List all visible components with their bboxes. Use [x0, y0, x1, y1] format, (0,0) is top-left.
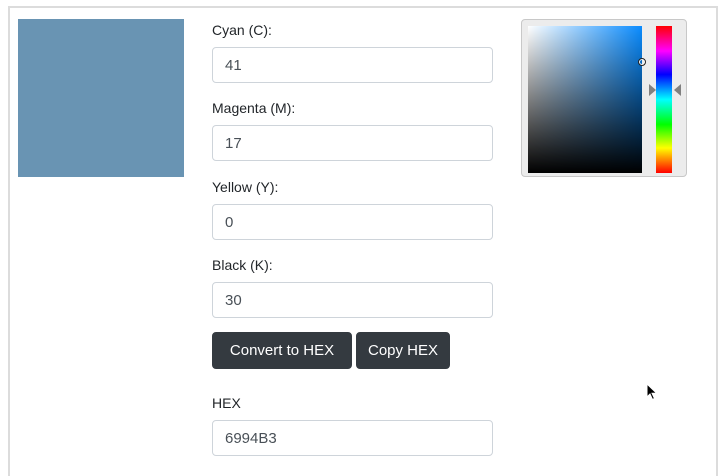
picker-cursor-handle[interactable]: [638, 58, 646, 66]
color-preview-swatch: [18, 19, 184, 177]
magenta-label: Magenta (M):: [212, 100, 296, 116]
hue-slider[interactable]: [656, 26, 672, 173]
mouse-pointer-icon: [646, 382, 658, 406]
cyan-label: Cyan (C):: [212, 22, 272, 38]
black-label: Black (K):: [212, 257, 273, 273]
convert-to-hex-button[interactable]: Convert to HEX: [212, 332, 352, 369]
yellow-input[interactable]: [212, 204, 493, 240]
saturation-value-area[interactable]: [528, 26, 646, 173]
hue-right-arrow-icon: [674, 84, 681, 96]
copy-hex-button[interactable]: Copy HEX: [356, 332, 450, 369]
hue-left-arrow-icon: [649, 84, 656, 96]
yellow-label: Yellow (Y):: [212, 179, 279, 195]
hex-input[interactable]: [212, 420, 493, 456]
color-picker: [521, 19, 687, 177]
cyan-input[interactable]: [212, 47, 493, 83]
magenta-input[interactable]: [212, 125, 493, 161]
black-input[interactable]: [212, 282, 493, 318]
hex-label: HEX: [212, 395, 241, 411]
